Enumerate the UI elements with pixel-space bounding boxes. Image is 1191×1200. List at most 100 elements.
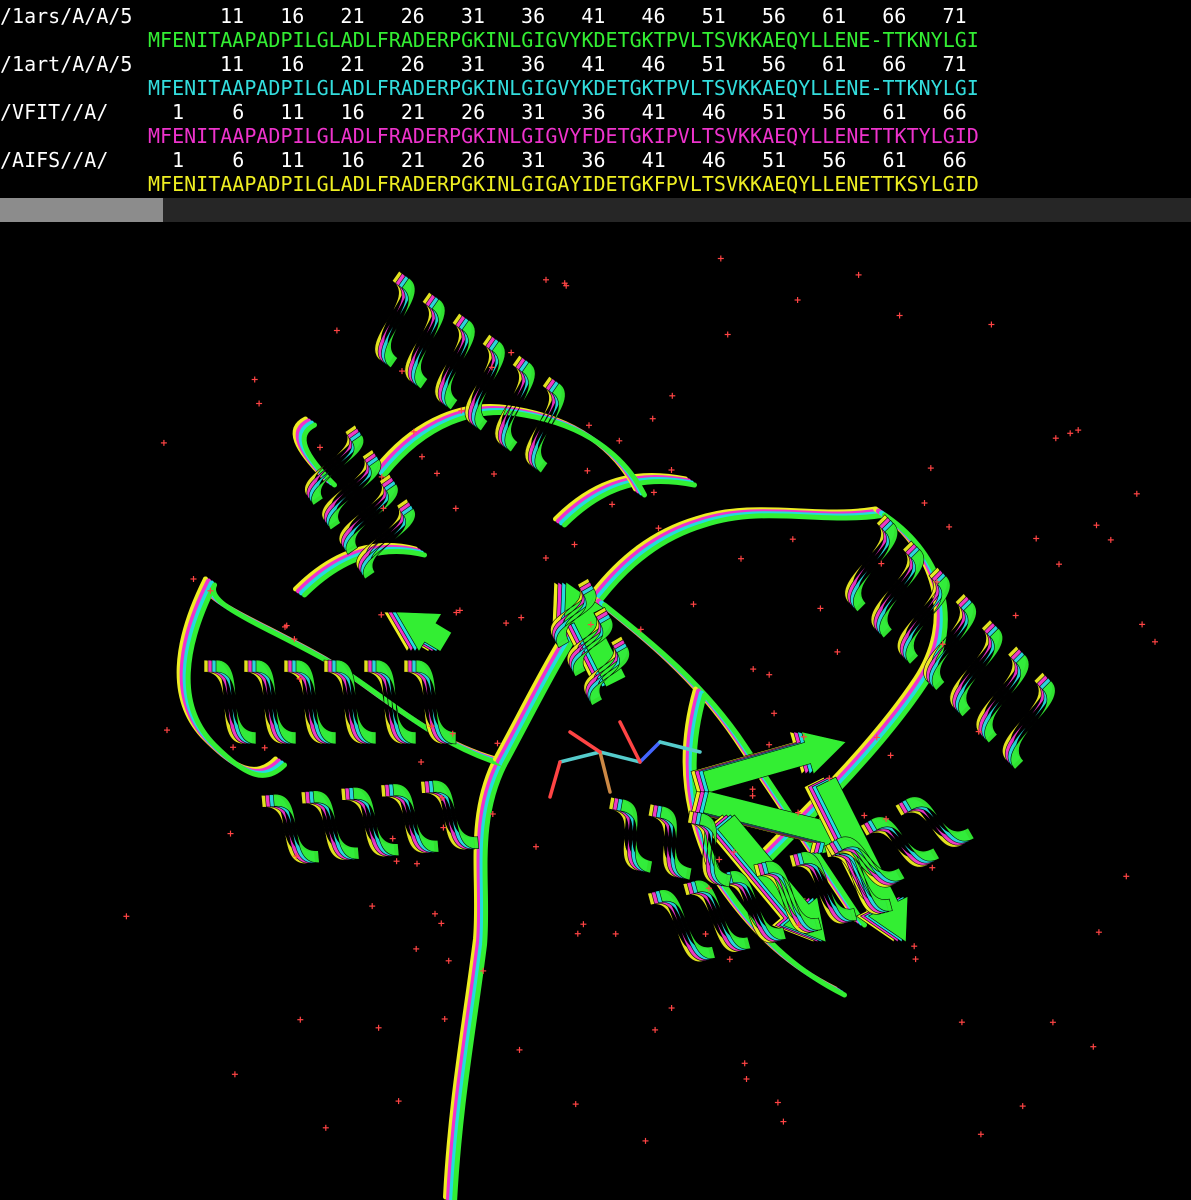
water-marker bbox=[927, 465, 934, 472]
water-marker bbox=[668, 1005, 675, 1011]
helix-turn bbox=[527, 378, 559, 469]
water-marker bbox=[749, 786, 756, 793]
helix-bottom-right bbox=[825, 796, 975, 888]
water-marker bbox=[369, 903, 376, 910]
water-marker bbox=[1049, 1019, 1056, 1026]
water-marker bbox=[164, 727, 170, 734]
water-marker bbox=[375, 1024, 382, 1031]
water-marker bbox=[958, 1019, 965, 1026]
track-vfit-header: /VFIT//A/ 1 6 11 16 21 26 31 36 41 46 51… bbox=[0, 100, 1191, 124]
helix-turn bbox=[899, 569, 945, 659]
sequence-residues[interactable]: MFENITAAPADPILGLADLFRADERPGKINLGIGVYKDET… bbox=[148, 76, 979, 100]
water-marker bbox=[322, 1124, 329, 1131]
water-marker bbox=[1033, 535, 1040, 542]
water-marker bbox=[724, 331, 731, 338]
water-marker bbox=[1052, 435, 1059, 442]
helix-turn bbox=[407, 293, 439, 385]
water-marker bbox=[445, 957, 452, 964]
track-aifs-sequence[interactable]: MFENITAAPADPILGLADLFRADERPGKINLGIGAYIDET… bbox=[0, 172, 1191, 196]
water-marker bbox=[855, 271, 862, 278]
water-marker bbox=[652, 1026, 659, 1033]
helix-turn bbox=[902, 572, 948, 662]
water-marker bbox=[861, 812, 868, 819]
water-marker bbox=[1095, 929, 1102, 936]
water-marker bbox=[1056, 561, 1062, 568]
track-1ars-sequence[interactable]: MFENITAAPADPILGLADLFRADERPGKINLGIGVYKDET… bbox=[0, 28, 1191, 52]
water-marker bbox=[988, 321, 995, 328]
water-marker bbox=[668, 467, 675, 473]
track-aifs-header: /AIFS//A/ 1 6 11 16 21 26 31 36 41 46 51… bbox=[0, 148, 1191, 172]
water-marker bbox=[912, 956, 919, 963]
helix-turn bbox=[437, 314, 469, 406]
helix-turn bbox=[978, 648, 1024, 738]
sequence-residues[interactable]: MFENITAAPADPILGLADLFRADERPGKINLGIGVYKDET… bbox=[148, 28, 979, 52]
ligand-bond bbox=[568, 730, 602, 754]
water-marker bbox=[572, 1101, 579, 1108]
water-marker bbox=[789, 536, 796, 543]
water-marker bbox=[378, 611, 385, 618]
water-marker bbox=[418, 759, 425, 765]
water-marker bbox=[571, 541, 578, 548]
water-marker bbox=[123, 913, 130, 920]
water-marker bbox=[911, 943, 918, 950]
water-marker bbox=[1090, 1043, 1097, 1050]
water-marker bbox=[518, 614, 525, 621]
water-marker bbox=[878, 560, 885, 567]
sequence-viewer[interactable]: /1ars/A/A/5 11 16 21 26 31 36 41 46 51 56… bbox=[0, 0, 1191, 196]
track-1art-sequence[interactable]: MFENITAAPADPILGLADLFRADERPGKINLGIGVYKDET… bbox=[0, 76, 1191, 100]
residue-numbers: 1 6 11 16 21 26 31 36 41 46 51 56 61 66 bbox=[160, 100, 967, 124]
track-1ars-header: /1ars/A/A/5 11 16 21 26 31 36 41 46 51 56… bbox=[0, 4, 1191, 28]
track-label[interactable]: /1ars/A/A/5 bbox=[0, 4, 132, 28]
sequence-residues[interactable]: MFENITAAPADPILGLADLFRADERPGKINLGIGVYFDET… bbox=[148, 124, 979, 148]
water-marker bbox=[817, 605, 824, 612]
water-marker bbox=[896, 312, 903, 319]
helix-turn bbox=[381, 275, 413, 366]
water-marker bbox=[389, 835, 396, 842]
scrollbar-thumb[interactable] bbox=[0, 198, 163, 222]
water-marker bbox=[780, 1118, 787, 1125]
water-molecules bbox=[123, 255, 1158, 1144]
ligand-bond bbox=[638, 740, 662, 764]
water-marker bbox=[227, 830, 234, 837]
water-marker bbox=[726, 956, 733, 963]
water-marker bbox=[1139, 621, 1146, 628]
ligand-sticks bbox=[548, 720, 702, 799]
water-marker bbox=[434, 470, 440, 477]
track-label[interactable]: /AIFS//A/ bbox=[0, 148, 108, 172]
water-marker bbox=[586, 422, 592, 429]
sequence-residues[interactable]: MFENITAAPADPILGLADLFRADERPGKINLGIGAYIDET… bbox=[148, 172, 979, 196]
water-marker bbox=[160, 439, 167, 446]
water-marker bbox=[741, 1060, 748, 1067]
protein-cartoon-render[interactable] bbox=[0, 222, 1191, 1200]
water-marker bbox=[317, 444, 323, 451]
helix-lower-left bbox=[260, 780, 480, 864]
water-marker bbox=[887, 752, 894, 759]
water-marker bbox=[766, 671, 773, 678]
water-marker bbox=[774, 1099, 781, 1106]
water-marker bbox=[612, 930, 619, 937]
ligand-bond bbox=[548, 760, 562, 799]
water-marker bbox=[452, 505, 459, 512]
water-marker bbox=[921, 500, 928, 506]
water-marker bbox=[743, 1076, 750, 1082]
water-marker bbox=[1107, 536, 1114, 543]
water-marker bbox=[1012, 612, 1019, 619]
water-marker bbox=[1133, 490, 1140, 497]
water-marker bbox=[690, 601, 697, 608]
track-label[interactable]: /VFIT//A/ bbox=[0, 100, 108, 124]
track-1art-header: /1art/A/A/5 11 16 21 26 31 36 41 46 51 56… bbox=[0, 52, 1191, 76]
sequence-scrollbar[interactable] bbox=[0, 198, 1191, 222]
track-label[interactable]: /1art/A/A/5 bbox=[0, 52, 132, 76]
water-marker bbox=[749, 792, 756, 799]
water-marker bbox=[419, 453, 425, 460]
water-marker bbox=[717, 255, 724, 262]
molecular-viewport[interactable] bbox=[0, 222, 1191, 1200]
water-marker bbox=[574, 930, 581, 937]
water-marker bbox=[543, 276, 549, 283]
helix-turn bbox=[1007, 677, 1053, 767]
track-vfit-sequence[interactable]: MFENITAAPADPILGLADLFRADERPGKINLGIGVYFDET… bbox=[0, 124, 1191, 148]
water-marker bbox=[441, 1016, 448, 1022]
water-marker bbox=[946, 523, 953, 530]
water-marker bbox=[230, 744, 237, 751]
water-marker bbox=[503, 620, 510, 627]
